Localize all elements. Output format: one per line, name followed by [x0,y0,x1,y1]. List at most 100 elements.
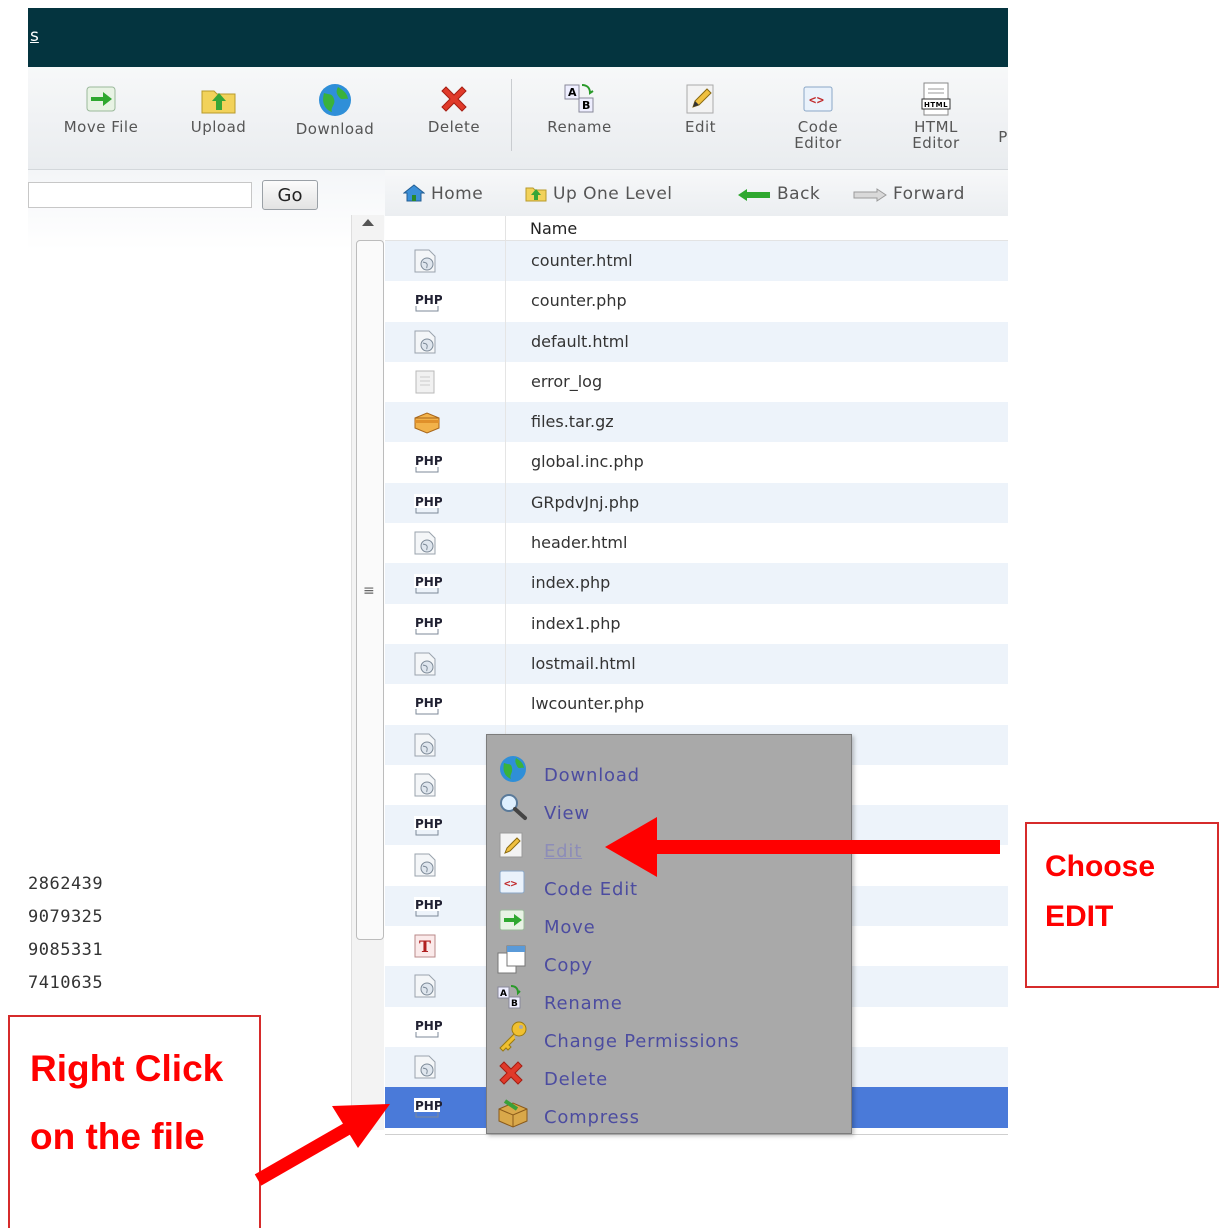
choose-edit-callout: Choose EDIT [1025,822,1219,988]
html-file-icon [412,1055,438,1083]
vertical-scrollbar[interactable]: ≡ [351,215,384,1130]
number-item: 9085331 [28,940,104,960]
table-row[interactable]: PHP GRpdvJnj.php [385,482,1008,524]
table-row[interactable]: PHP lwcounter.php [385,684,1008,725]
html-file-icon [412,974,438,1002]
svg-text:PHP: PHP [415,575,442,589]
scrollbar-grip-icon: ≡ [363,583,375,599]
code-editor-icon: <> [803,86,833,112]
menu-item-download[interactable]: Download [487,753,851,791]
delete-button[interactable]: Delete [414,67,494,169]
top-bar: s [28,8,1008,67]
edit-label: Edit [684,118,717,136]
move-file-icon [86,86,116,112]
svg-text:PHP: PHP [415,1019,442,1033]
html-file-icon [412,773,438,801]
menu-item-rename[interactable]: A B Rename [487,981,851,1019]
text-file-icon: T [412,934,438,962]
toolbar-separator [511,79,512,151]
back-link[interactable]: Back [737,184,820,204]
menu-item-copy[interactable]: Copy [487,943,851,981]
up-folder-icon [525,187,547,202]
toolbar-clipped-label: P [998,128,1008,146]
menu-item-code-edit[interactable]: <> Code Edit [487,867,851,905]
table-row[interactable]: default.html [385,321,1008,362]
file-name: files.tar.gz [531,412,614,432]
menu-move-label: Move [544,917,596,938]
table-row[interactable]: error_log [385,361,1008,403]
globe-icon [319,84,351,116]
svg-text:PHP: PHP [415,817,442,831]
upload-label: Upload [190,118,247,136]
file-name: index1.php [531,613,621,633]
table-row[interactable]: PHP index1.php [385,603,1008,644]
file-name: counter.php [531,291,627,311]
name-column-header[interactable]: Name [530,219,577,238]
go-button[interactable]: Go [262,180,318,210]
number-item: 9079325 [28,907,104,927]
php-file-icon: PHP [412,289,443,317]
table-row[interactable]: counter.html [385,241,1008,282]
right-click-callout: Right Click on the file [8,1015,261,1228]
menu-compress-label: Compress [544,1107,640,1128]
menu-edit-label: Edit [544,841,583,862]
column-divider [505,482,506,524]
home-link[interactable]: Home [402,184,484,204]
download-button[interactable]: Download [280,67,390,169]
code-editor-button[interactable]: <> Code Editor [778,67,858,169]
table-row[interactable]: PHP index.php [385,563,1008,604]
html-file-icon [412,330,438,358]
menu-item-compress[interactable]: Compress [487,1095,851,1133]
rename-button[interactable]: A B Rename [532,67,627,169]
svg-text:<>: <> [809,93,824,107]
top-breadcrumb-link[interactable]: s [30,26,39,46]
edit-button[interactable]: Edit [658,67,743,169]
html-editor-button[interactable]: HTML HTML Editor [896,67,976,169]
menu-item-move[interactable]: Move [487,905,851,943]
menu-copy-label: Copy [544,955,593,976]
table-header: Name [385,216,1008,241]
menu-item-change-permissions[interactable]: Change Permissions [487,1019,851,1057]
html-file-icon [412,733,438,761]
svg-text:<>: <> [504,877,518,890]
archive-file-icon [412,410,442,438]
edit-pencil-icon [499,832,523,858]
context-menu: Download View Edit <> Code Edit Move Cop… [486,734,852,1134]
up-one-level-label: Up One Level [553,184,673,204]
file-name: default.html [531,331,629,351]
toolbar-clipped-button[interactable]: P [998,67,1008,169]
html-editor-label-2: Editor [912,134,960,152]
table-row[interactable]: header.html [385,523,1008,564]
move-file-button[interactable]: Move File [46,67,156,169]
column-divider [505,321,506,362]
menu-item-delete[interactable]: Delete [487,1057,851,1095]
upload-button[interactable]: Upload [176,67,261,169]
scroll-up-arrow-icon[interactable] [362,219,374,226]
table-row[interactable]: files.tar.gz [385,402,1008,443]
svg-text:PHP: PHP [415,616,442,630]
menu-change-permissions-label: Change Permissions [544,1031,740,1052]
move-file-label: Move File [63,118,139,136]
table-row[interactable]: lostmail.html [385,643,1008,685]
rename-label: Rename [547,118,612,136]
home-icon [402,184,426,202]
edit-pencil-icon [686,84,713,114]
menu-item-edit[interactable]: Edit [487,829,851,867]
column-divider [505,603,506,644]
table-row[interactable]: PHP counter.php [385,281,1008,322]
svg-text:T: T [419,937,431,956]
globe-icon [500,756,526,782]
home-label: Home [431,184,484,204]
forward-arrow-icon [853,188,887,202]
file-name: global.inc.php [531,452,644,472]
code-editor-icon: <> [499,870,525,894]
search-input[interactable] [28,182,252,208]
column-divider [505,523,506,564]
forward-link[interactable]: Forward [853,184,965,204]
table-row[interactable]: PHP global.inc.php [385,442,1008,483]
php-file-icon: PHP [412,612,443,640]
up-one-level-link[interactable]: Up One Level [525,184,673,204]
delete-label: Delete [427,118,481,136]
menu-item-view[interactable]: View [487,791,851,829]
file-name: index.php [531,573,611,593]
